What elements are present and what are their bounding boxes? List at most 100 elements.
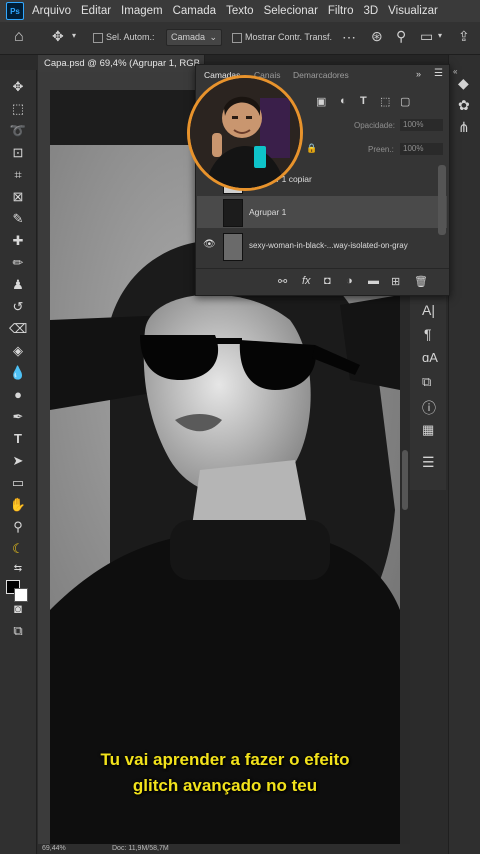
fx-icon[interactable]: fx xyxy=(302,275,311,287)
caption-line-1: Tu vai aprender a fazer o efeito xyxy=(100,750,350,769)
filter-type-icon[interactable]: T xyxy=(360,95,367,107)
menu-arquivo[interactable]: Arquivo xyxy=(32,5,71,17)
filter-smart-object-icon[interactable]: ▢ xyxy=(400,95,410,108)
zoom-level[interactable]: 69,44% xyxy=(42,845,66,852)
crop-tool-icon[interactable]: ⌗ xyxy=(9,166,27,184)
opacity-field[interactable]: 100% xyxy=(400,119,443,131)
menu-camada[interactable]: Camada xyxy=(173,5,216,17)
styles-panel-icon[interactable]: ⧉ xyxy=(422,374,431,390)
filter-image-icon[interactable]: ▣ xyxy=(316,95,326,108)
share-icon[interactable]: ⇪ xyxy=(458,28,470,45)
menu-texto[interactable]: Texto xyxy=(226,5,254,17)
trash-icon[interactable]: 🗑 xyxy=(414,275,428,288)
character-panel-icon[interactable]: A| xyxy=(422,302,435,318)
menu-selecionar[interactable]: Selecionar xyxy=(264,5,318,17)
layers-scrollbar[interactable] xyxy=(438,165,446,235)
link-layers-icon[interactable]: ⚯ xyxy=(278,275,287,288)
transform-controls-checkbox[interactable] xyxy=(232,32,242,43)
auto-select-target-value: Camada xyxy=(171,32,206,42)
info-panel-icon[interactable]: ⓘ xyxy=(422,398,436,418)
doc-size-info: Doc: 11,9M/58,7M xyxy=(112,845,169,852)
learn-panel-icon[interactable]: ◆ xyxy=(458,75,469,92)
blur-tool-icon[interactable]: 💧 xyxy=(9,364,27,382)
auto-select-checkbox[interactable] xyxy=(93,32,103,43)
new-layer-icon[interactable]: ⊞ xyxy=(391,275,400,288)
move-tool-icon[interactable]: ✥ xyxy=(9,78,27,96)
paths-panel-icon[interactable]: ⋔ xyxy=(458,119,470,136)
menu-editar[interactable]: Editar xyxy=(81,5,111,17)
glyphs-panel-icon[interactable]: ɑA xyxy=(422,350,438,365)
layer-thumbnail xyxy=(223,233,243,261)
menu-visualizar[interactable]: Visualizar xyxy=(388,5,438,17)
eye-icon[interactable]: 👁 xyxy=(203,239,216,250)
filter-adjustment-icon[interactable]: ◐ xyxy=(340,95,347,107)
swap-colors-icon[interactable]: ⇆ xyxy=(9,560,27,578)
lock-icon[interactable]: 🔒 xyxy=(306,143,317,154)
zoom-tool-icon[interactable]: ⚲ xyxy=(9,518,27,536)
filter-shape-icon[interactable]: ⬚ xyxy=(380,95,390,108)
hand-tool-icon[interactable]: ✋ xyxy=(9,496,27,514)
menu-imagem[interactable]: Imagem xyxy=(121,5,163,17)
3d-mode-icon[interactable]: ⊛ xyxy=(371,28,383,45)
auto-select-target-dropdown[interactable]: Camada ⌄ xyxy=(166,29,222,46)
search-icon[interactable]: ⚲ xyxy=(396,28,406,45)
paragraph-panel-icon[interactable]: ¶ xyxy=(424,326,432,342)
marquee-tool-icon[interactable]: ⬚ xyxy=(9,100,27,118)
fill-field[interactable]: 100% xyxy=(400,143,443,155)
banana-icon: ☾ xyxy=(12,541,24,556)
status-bar: 69,44% Doc: 11,9M/58,7M xyxy=(38,844,400,854)
tab-demarcadores[interactable]: Demarcadores xyxy=(293,70,349,80)
healing-brush-tool-icon[interactable]: ✚ xyxy=(9,232,27,250)
screen-mode-icon[interactable]: ⧉ xyxy=(9,622,27,640)
dodge-tool-icon[interactable]: ● xyxy=(9,386,27,404)
home-icon[interactable]: ⌂ xyxy=(14,28,24,46)
type-tool-icon[interactable]: T xyxy=(9,430,27,448)
tools-panel: ✥ ⬚ ➰ ⊡ ⌗ ⊠ ✎ ✚ ✏ ♟ ↺ ⌫ ◈ 💧 ● ✒ T ➤ ▭ ✋ … xyxy=(0,70,37,854)
transform-controls-label: Mostrar Contr. Transf. xyxy=(245,32,333,42)
frame-tool-icon[interactable]: ⊠ xyxy=(9,188,27,206)
layer-row[interactable]: 👁 sexy-woman-in-black-...way-isolated-on… xyxy=(197,230,447,262)
brush-tool-icon[interactable]: ✏ xyxy=(9,254,27,272)
photoshop-logo-icon: Ps xyxy=(6,2,24,20)
workspace-icon[interactable]: ▭ xyxy=(420,28,433,45)
table-panel-icon[interactable]: ▦ xyxy=(422,422,434,438)
menu-filtro[interactable]: Filtro xyxy=(328,5,354,17)
quick-mask-icon[interactable]: ◙ xyxy=(9,600,27,618)
adjustments-panel-icon[interactable]: ☰ xyxy=(422,454,435,471)
layer-name[interactable]: sexy-woman-in-black-...way-isolated-on-g… xyxy=(249,241,408,250)
collapse-panels-icon[interactable]: « xyxy=(453,67,457,76)
new-group-icon[interactable]: ▬ xyxy=(368,275,379,287)
menu-3d[interactable]: 3D xyxy=(363,5,378,17)
collapse-icon[interactable]: » xyxy=(416,69,421,79)
object-select-tool-icon[interactable]: ⊡ xyxy=(9,144,27,162)
right-dock: « ◆ ✿ ⋔ xyxy=(448,55,480,854)
scrollbar-thumb[interactable] xyxy=(402,450,408,510)
pen-tool-icon[interactable]: ✒ xyxy=(9,408,27,426)
avatar-photo xyxy=(190,78,300,188)
eyedropper-tool-icon[interactable]: ✎ xyxy=(9,210,27,228)
layer-row-selected[interactable]: Agrupar 1 xyxy=(197,196,447,228)
document-tab[interactable]: Capa.psd @ 69,4% (Agrupar 1, RGB xyxy=(38,55,205,72)
layer-thumbnail xyxy=(223,199,243,227)
eraser-tool-icon[interactable]: ⌫ xyxy=(9,320,27,338)
chevron-down-icon[interactable]: ▾ xyxy=(72,31,76,40)
panel-menu-icon[interactable]: ☰ xyxy=(434,68,443,79)
color-panel-icon[interactable]: ✿ xyxy=(458,97,470,114)
path-selection-tool-icon[interactable]: ➤ xyxy=(9,452,27,470)
lasso-tool-icon[interactable]: ➰ xyxy=(9,122,27,140)
move-tool-icon[interactable]: ✥ xyxy=(52,28,64,45)
auto-select-label: Sel. Autom.: xyxy=(106,32,155,42)
adjustment-layer-icon[interactable]: ◑ xyxy=(346,275,353,287)
workspace-chevron-icon[interactable]: ▾ xyxy=(438,31,442,40)
more-options-icon[interactable]: ⋯ xyxy=(342,29,356,46)
history-brush-tool-icon[interactable]: ↺ xyxy=(9,298,27,316)
clone-stamp-tool-icon[interactable]: ♟ xyxy=(9,276,27,294)
paint-bucket-tool-icon[interactable]: ◈ xyxy=(9,342,27,360)
menu-bar: Ps Arquivo Editar Imagem Camada Texto Se… xyxy=(0,0,480,22)
rectangle-tool-icon[interactable]: ▭ xyxy=(9,474,27,492)
layers-footer: ⚯ fx ◘ ◑ ▬ ⊞ 🗑 xyxy=(196,268,449,295)
fill-label: Preen.: xyxy=(368,145,394,154)
add-mask-icon[interactable]: ◘ xyxy=(324,275,331,287)
layer-name[interactable]: Agrupar 1 xyxy=(249,207,286,217)
webcam-avatar xyxy=(187,75,303,191)
